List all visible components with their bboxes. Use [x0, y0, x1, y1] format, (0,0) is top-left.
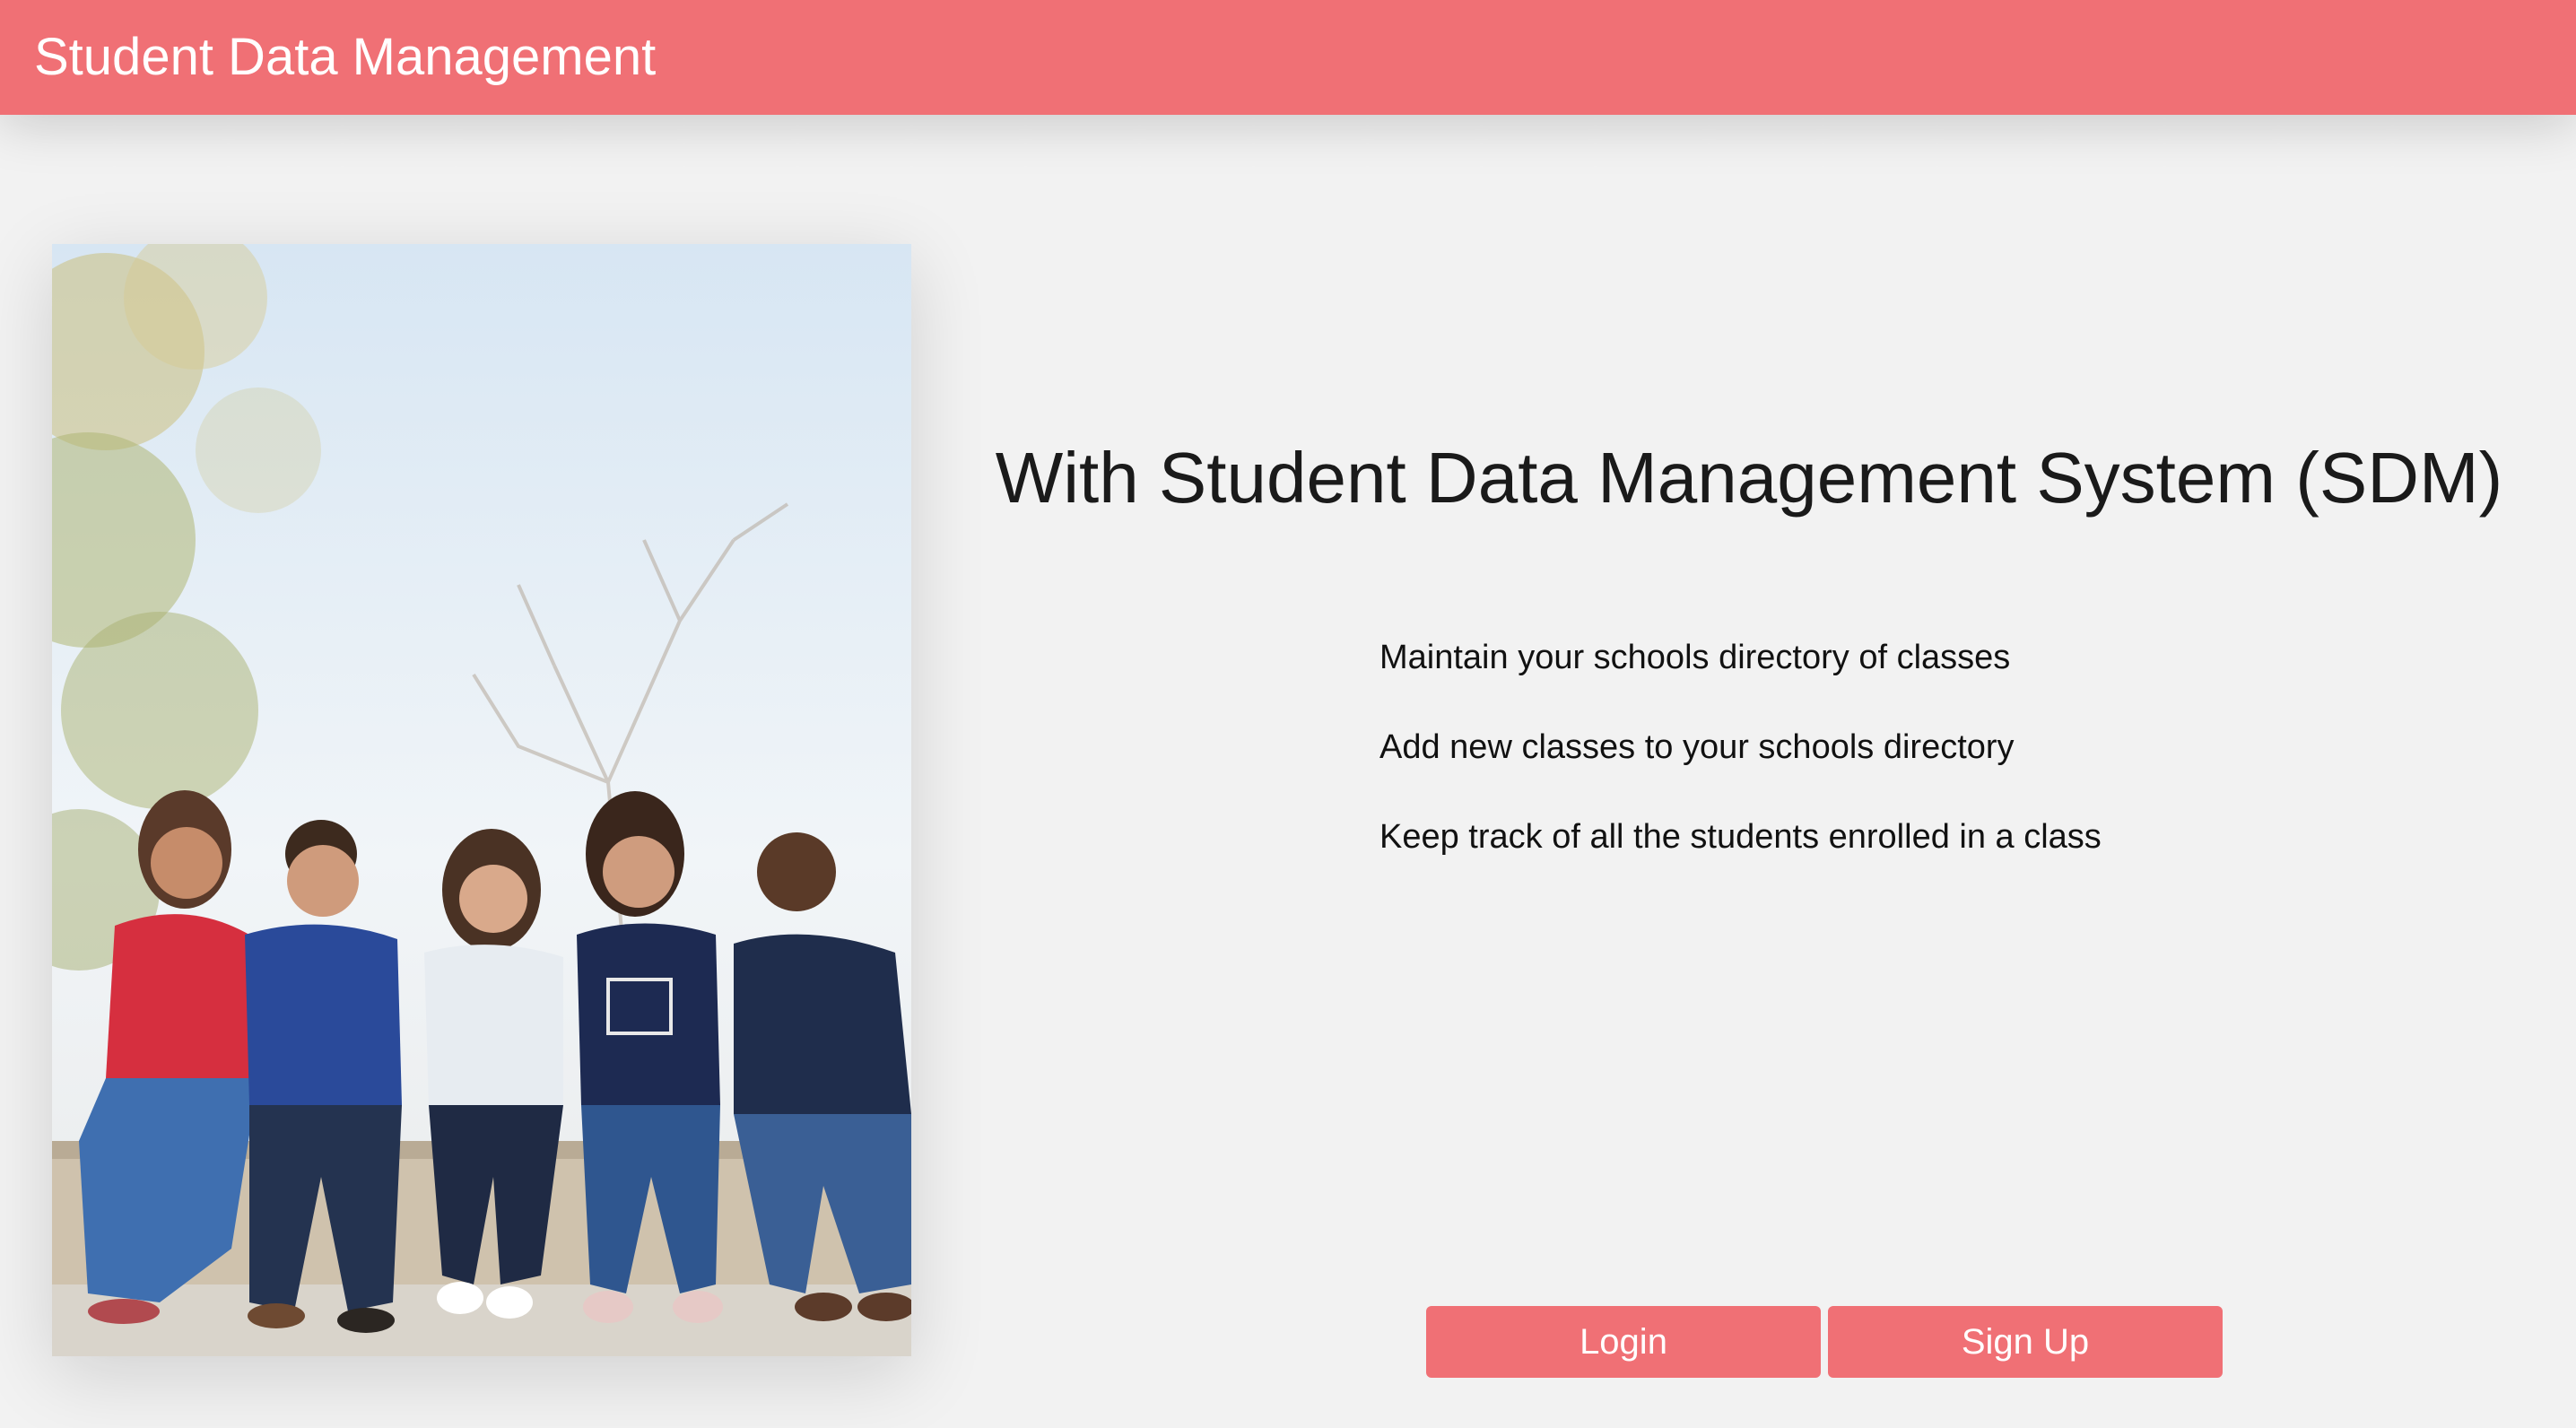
feature-item: Keep track of all the students enrolled … — [1379, 818, 2102, 856]
feature-list: Maintain your schools directory of class… — [1379, 635, 2102, 904]
login-button[interactable]: Login — [1426, 1306, 1821, 1378]
feature-item: Maintain your schools directory of class… — [1379, 639, 2011, 676]
sign-up-button[interactable]: Sign Up — [1828, 1306, 2223, 1378]
feature-item: Add new classes to your schools director… — [1379, 728, 2015, 766]
main-headline: With Student Data Management System (SDM… — [995, 438, 2503, 518]
app-header: Student Data Management — [0, 0, 2576, 115]
hero-photo — [52, 244, 911, 1356]
students-photo-illustration — [52, 244, 911, 1356]
app-title: Student Data Management — [34, 28, 657, 86]
